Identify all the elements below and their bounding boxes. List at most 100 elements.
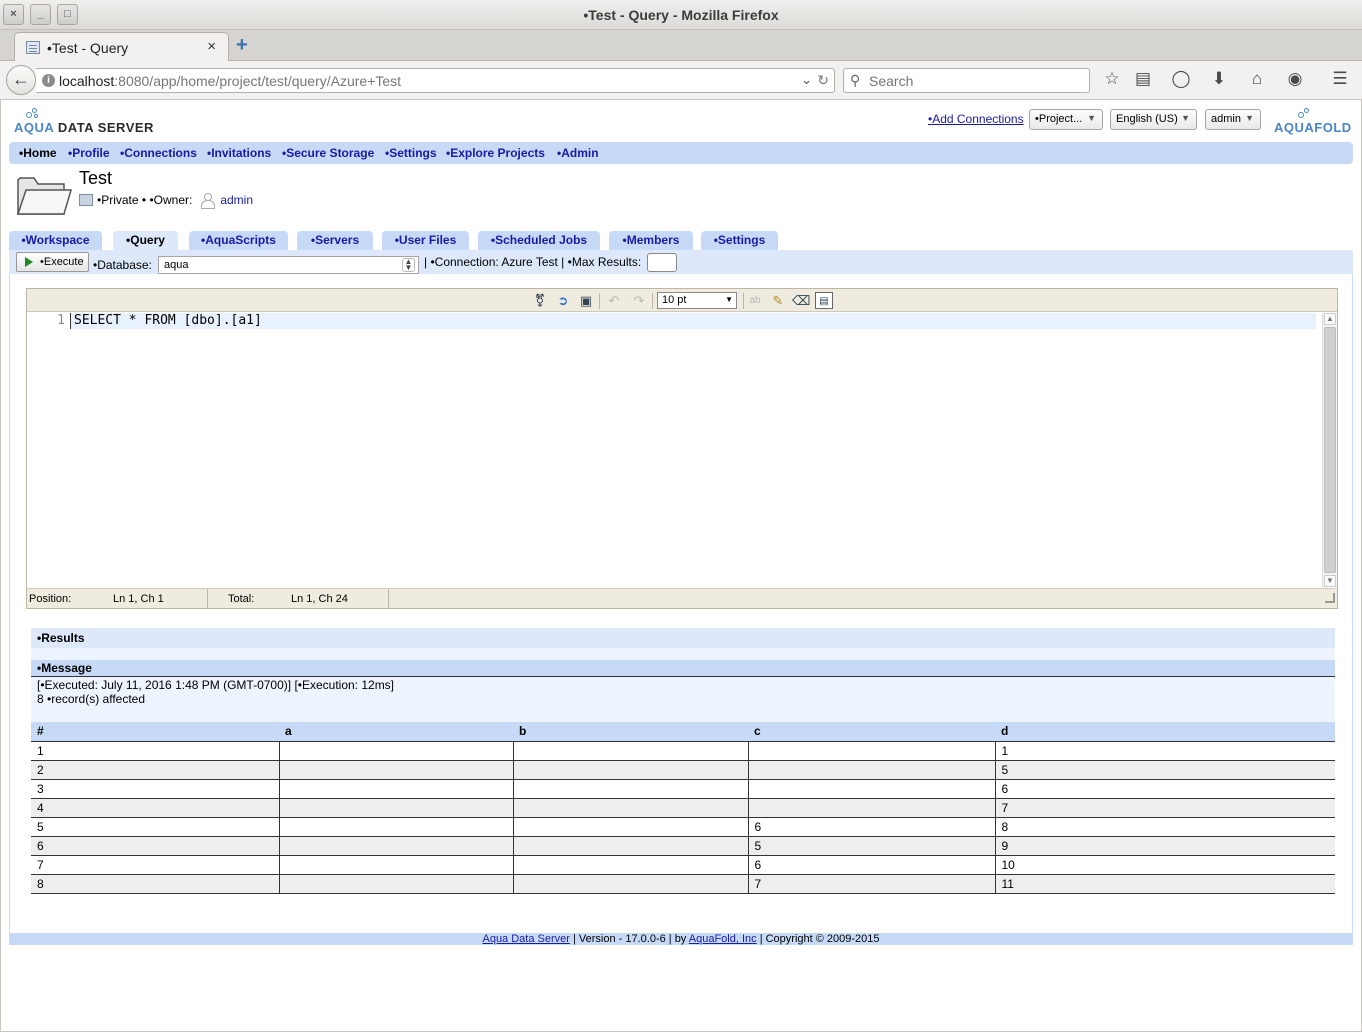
table-cell[interactable] <box>512 760 748 780</box>
company-link[interactable]: AquaFold, Inc <box>689 933 757 945</box>
eraser-icon[interactable]: ⌫ <box>792 292 810 309</box>
find-icon[interactable]: ⚧ <box>531 292 549 309</box>
menu-hamburger-icon[interactable]: ☰ <box>1329 69 1351 89</box>
highlight-icon[interactable]: ✎ <box>769 292 787 309</box>
execute-button[interactable]: •Execute <box>16 252 89 272</box>
code-text[interactable]: SELECT * FROM [dbo].[a1] <box>74 313 262 328</box>
table-cell[interactable] <box>278 874 513 894</box>
reading-list-icon[interactable]: ▤ <box>1132 69 1154 89</box>
table-row[interactable]: 47 <box>31 798 1335 818</box>
downloads-icon[interactable]: ⬇ <box>1208 69 1230 89</box>
table-cell[interactable] <box>512 779 748 799</box>
table-cell[interactable] <box>278 836 513 856</box>
menu-item-profile[interactable]: •Profile <box>68 146 110 160</box>
browser-tab[interactable]: •Test - Query × <box>14 32 229 62</box>
tab-members[interactable]: •Members <box>609 231 693 251</box>
add-connections-link[interactable]: •Add Connections <box>928 112 1024 126</box>
table-cell[interactable] <box>512 741 748 761</box>
menu-item-explore-projects[interactable]: •Explore Projects <box>446 146 545 160</box>
url-dropdown-icon[interactable]: ⌄ <box>801 72 812 88</box>
table-cell[interactable]: 6 <box>747 855 995 875</box>
undo-icon[interactable]: ↶ <box>605 292 623 309</box>
table-cell[interactable] <box>512 798 748 818</box>
owner-link[interactable]: admin <box>220 193 253 207</box>
url-text[interactable]: localhost:8080/app/home/project/test/que… <box>59 73 401 89</box>
table-cell[interactable] <box>747 779 995 799</box>
max-results-input[interactable] <box>647 253 677 272</box>
table-row[interactable]: 8 7 11 <box>31 874 1335 894</box>
table-row[interactable]: 11 <box>31 741 1335 761</box>
table-cell[interactable] <box>512 874 748 894</box>
table-cell[interactable]: 11 <box>994 874 1335 894</box>
format-icon[interactable]: ▤ <box>815 292 833 309</box>
user-select[interactable]: admin ▼ <box>1205 109 1261 130</box>
menu-item-settings[interactable]: •Settings <box>385 146 437 160</box>
table-cell[interactable]: 5 <box>31 817 279 837</box>
tab-settings[interactable]: •Settings <box>701 231 778 251</box>
column-header[interactable]: a <box>279 722 513 742</box>
table-cell[interactable] <box>278 855 513 875</box>
tab-servers[interactable]: •Servers <box>297 231 373 251</box>
project-select[interactable]: •Project... ▼ <box>1029 109 1103 130</box>
column-header[interactable]: c <box>748 722 995 742</box>
table-cell[interactable]: 7 <box>31 855 279 875</box>
table-row[interactable]: 36 <box>31 779 1335 799</box>
table-cell[interactable] <box>747 741 995 761</box>
bookmark-star-icon[interactable]: ☆ <box>1101 69 1123 89</box>
editor-scrollbar[interactable]: ▲ ▼ <box>1322 313 1337 587</box>
table-row[interactable]: 7 6 10 <box>31 855 1335 875</box>
table-cell[interactable]: 8 <box>31 874 279 894</box>
table-cell[interactable] <box>512 836 748 856</box>
menu-item-connections[interactable]: •Connections <box>120 146 197 160</box>
table-cell[interactable] <box>278 798 513 818</box>
back-button[interactable]: ← <box>6 65 36 95</box>
table-cell[interactable] <box>512 817 748 837</box>
menu-item-secure-storage[interactable]: •Secure Storage <box>282 146 374 160</box>
resize-grip-icon[interactable] <box>1325 593 1335 603</box>
chat-icon[interactable]: ◉ <box>1284 69 1306 89</box>
scroll-up-icon[interactable]: ▲ <box>1324 313 1336 325</box>
menu-item-invitations[interactable]: •Invitations <box>207 146 271 160</box>
url-bar[interactable]: i localhost:8080/app/home/project/test/q… <box>36 68 835 93</box>
table-cell[interactable]: 2 <box>31 760 279 780</box>
table-cell[interactable]: 1 <box>994 741 1335 761</box>
table-cell[interactable] <box>278 817 513 837</box>
column-header[interactable]: d <box>995 722 1335 742</box>
menu-item-admin[interactable]: •Admin <box>557 146 599 160</box>
table-cell[interactable]: 6 <box>747 817 995 837</box>
tab-workspace[interactable]: •Workspace <box>9 231 102 251</box>
spellcheck-icon[interactable]: ab <box>746 292 764 309</box>
product-link[interactable]: Aqua Data Server <box>482 933 569 945</box>
code-line[interactable]: SELECT * FROM [dbo].[a1] <box>70 313 1316 329</box>
redo-icon[interactable]: ↷ <box>630 292 648 309</box>
table-cell[interactable] <box>512 855 748 875</box>
table-cell[interactable]: 4 <box>31 798 279 818</box>
column-header[interactable]: b <box>513 722 748 742</box>
font-size-select[interactable]: 10 pt ▼ <box>657 292 737 309</box>
table-cell[interactable]: 10 <box>994 855 1335 875</box>
table-cell[interactable]: 9 <box>994 836 1335 856</box>
search-bar[interactable]: ⚲ <box>843 68 1090 93</box>
table-cell[interactable] <box>278 760 513 780</box>
tab-query[interactable]: •Query <box>113 231 178 251</box>
table-cell[interactable]: 7 <box>747 874 995 894</box>
close-tab-icon[interactable]: × <box>207 38 216 55</box>
table-cell[interactable] <box>278 741 513 761</box>
home-icon[interactable]: ⌂ <box>1246 69 1268 89</box>
database-select[interactable]: aqua ▲ ▼ <box>158 256 419 274</box>
table-cell[interactable]: 8 <box>994 817 1335 837</box>
table-row[interactable]: 5 68 <box>31 817 1335 837</box>
table-cell[interactable]: 6 <box>31 836 279 856</box>
table-cell[interactable] <box>747 798 995 818</box>
scroll-down-icon[interactable]: ▼ <box>1324 575 1336 587</box>
menu-item-home[interactable]: •Home <box>19 146 57 160</box>
table-cell[interactable] <box>278 779 513 799</box>
table-cell[interactable]: 1 <box>31 741 279 761</box>
table-cell[interactable]: 5 <box>747 836 995 856</box>
tab-user-files[interactable]: •User Files <box>382 231 469 251</box>
tab-scheduled-jobs[interactable]: •Scheduled Jobs <box>478 231 600 251</box>
scroll-thumb[interactable] <box>1324 327 1336 573</box>
reload-icon[interactable]: ↻ <box>817 72 829 89</box>
table-row[interactable]: 25 <box>31 760 1335 780</box>
column-header[interactable]: # <box>31 722 279 742</box>
